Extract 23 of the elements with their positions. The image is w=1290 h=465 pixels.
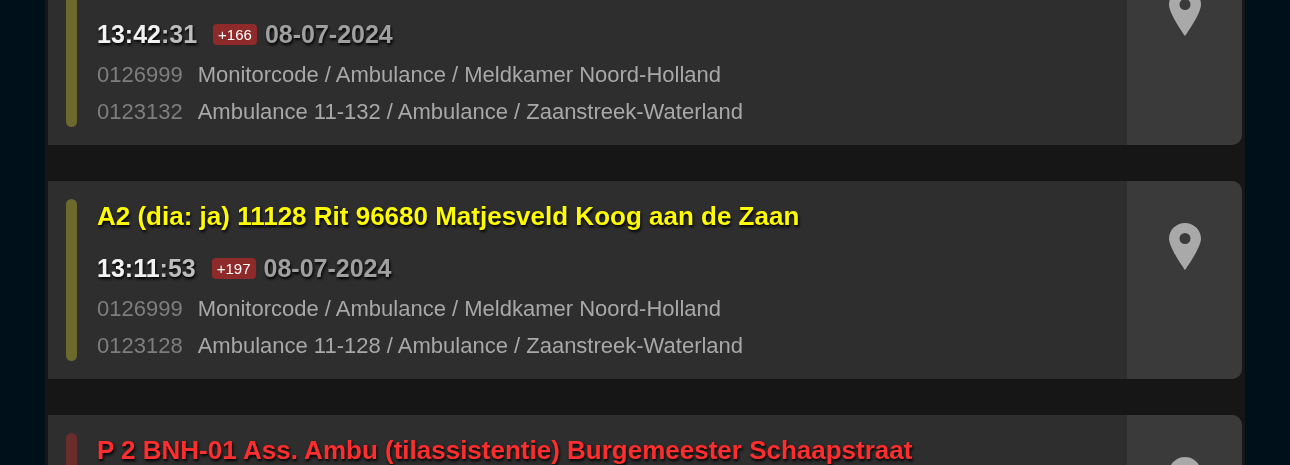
- alert-date: 08-07-2024: [263, 253, 392, 283]
- alert-title: A2 (dia: ja) 11128 Rit 96680 Matjesveld Koog aan de Zaan: [97, 200, 800, 233]
- alert-time: 13:42:31: [97, 19, 198, 49]
- location-pin-icon: [1168, 223, 1201, 270]
- location-pin-icon: [1168, 0, 1201, 36]
- capcode-text: 0126999: [97, 61, 183, 89]
- alert-time: 13:11:53: [97, 253, 196, 283]
- count-badge: +166: [213, 23, 257, 45]
- recipient-text: Monitorcode / Ambulance / Meldkamer Noord-Holland: [197, 61, 721, 89]
- recipient-text: Ambulance 11-128 / Ambulance / Zaanstreek-Waterland: [197, 332, 744, 360]
- recipient-text: Monitorcode / Ambulance / Meldkamer Noord-Holland: [197, 295, 721, 323]
- map-button[interactable]: [1127, 181, 1242, 379]
- alert-date: 08-07-2024: [264, 19, 393, 49]
- alert-card[interactable]: A2 (dia: ja) 11128 Rit 96680 Matjesveld Koog aan de Zaan 13:11:53 +197 08-07-2024 0126999 Monitorcode / Ambulance / Meldkamer Noord-Holland 0123128 Ambulance 11-128 / Ambulance / Zaanstreek-Waterland: [48, 181, 1242, 379]
- capcode-text: 0123128: [97, 332, 183, 360]
- map-button[interactable]: [1127, 0, 1242, 145]
- capcode-text: 0123132: [97, 98, 183, 126]
- alert-card[interactable]: 13:42:31 +166 08-07-2024 0126999 Monitorcode / Ambulance / Meldkamer Noord-Holland 0123132 Ambulance 11-132 / Ambulance / Zaanstreek-Waterland: [48, 0, 1242, 145]
- count-badge: +197: [211, 257, 256, 279]
- alert-title: P 2 BNH-01 Ass. Ambu (tilassistentie) Burgemeester Schaapstraat: [97, 434, 913, 465]
- alert-card[interactable]: P 2 BNH-01 Ass. Ambu (tilassistentie) Burgemeester Schaapstraat: [48, 415, 1242, 465]
- capcode-text: 0126999: [97, 295, 183, 323]
- recipient-text: Ambulance 11-132 / Ambulance / Zaanstreek-Waterland: [197, 98, 744, 126]
